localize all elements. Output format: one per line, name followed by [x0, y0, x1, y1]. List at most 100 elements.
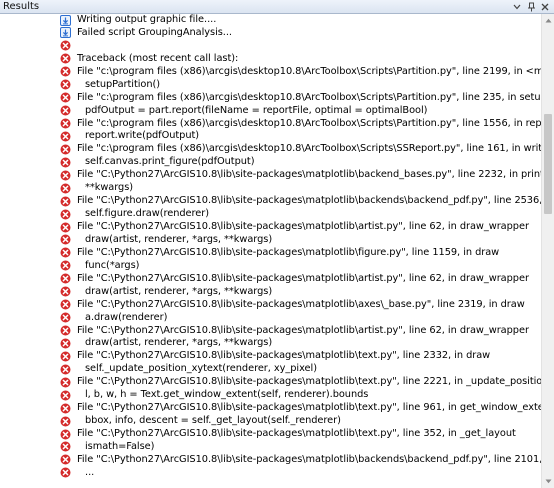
error-message-row[interactable]: File "C:\Python27\ArcGIS10.8\lib\site-pa… [0, 247, 541, 260]
results-panel[interactable]: Writing output graphic file.... Failed sc… [0, 14, 541, 488]
error-icon [60, 260, 71, 271]
error-icon [60, 325, 71, 336]
error-message-row[interactable]: File "C:\Python27\ArcGIS10.8\lib\site-pa… [0, 376, 541, 389]
message-text: pdfOutput = part.report(fileName = repor… [85, 104, 428, 116]
error-icon [60, 286, 71, 297]
message-list: Writing output graphic file.... Failed sc… [0, 14, 541, 480]
error-message-row[interactable]: Traceback (most recent call last): [0, 53, 541, 66]
message-text: File "C:\Python27\ArcGIS10.8\lib\site-pa… [77, 246, 500, 258]
error-icon [60, 40, 71, 51]
message-text: a.draw(renderer) [85, 311, 168, 323]
error-icon [60, 144, 71, 155]
info-message-row[interactable]: Failed script GroupingAnalysis... [0, 27, 541, 40]
error-message-row[interactable]: setupPartition() [0, 79, 541, 92]
error-message-row[interactable]: File "C:\Python27\ArcGIS10.8\lib\site-pa… [0, 273, 541, 286]
message-text: ... [85, 466, 95, 478]
error-icon [60, 429, 71, 440]
message-text: l, b, w, h = Text.get_window_extent(self… [85, 389, 369, 401]
message-text: self.figure.draw(renderer) [85, 208, 210, 220]
error-message-row[interactable]: a.draw(renderer) [0, 312, 541, 325]
error-message-row[interactable]: func(*args) [0, 260, 541, 273]
error-message-row[interactable]: ... [0, 467, 541, 480]
message-text: **kwargs) [85, 182, 134, 194]
error-message-row[interactable]: **kwargs) [0, 182, 541, 195]
error-message-row[interactable]: ismath=False) [0, 441, 541, 454]
error-message-row[interactable]: draw(artist, renderer, *args, **kwargs) [0, 286, 541, 299]
error-message-row[interactable]: File "C:\Python27\ArcGIS10.8\lib\site-pa… [0, 325, 541, 338]
message-text: draw(artist, renderer, *args, **kwargs) [85, 233, 273, 245]
error-icon [60, 454, 71, 465]
message-text: Traceback (most recent call last): [77, 52, 239, 64]
scroll-down-icon[interactable] [542, 475, 554, 488]
error-message-row[interactable]: draw(artist, renderer, *args, **kwargs) [0, 337, 541, 350]
message-text: File "C:\Python27\ArcGIS10.8\lib\site-pa… [77, 428, 516, 439]
error-icon [60, 196, 71, 207]
error-icon [60, 247, 71, 258]
message-text: ismath=False) [85, 440, 155, 452]
error-icon [60, 312, 71, 323]
error-message-row[interactable]: pdfOutput = part.report(fileName = repor… [0, 105, 541, 118]
message-text: File "c:\program files (x86)\arcgis\desk… [77, 117, 541, 129]
message-text: File "C:\Python27\ArcGIS10.8\lib\site-pa… [77, 376, 541, 388]
close-icon[interactable] [540, 2, 550, 12]
error-icon [60, 157, 71, 168]
error-message-row[interactable]: File "c:\program files (x86)\arcgis\desk… [0, 118, 541, 131]
message-text: File "C:\Python27\ArcGIS10.8\lib\site-pa… [77, 298, 525, 310]
error-message-row[interactable]: l, b, w, h = Text.get_window_extent(self… [0, 389, 541, 402]
error-message-row[interactable]: File "C:\Python27\ArcGIS10.8\lib\site-pa… [0, 350, 541, 363]
scrollbar-thumb[interactable] [544, 114, 552, 214]
info-message-row[interactable]: Writing output graphic file.... [0, 14, 541, 27]
results-title-bar[interactable]: Results [0, 0, 554, 14]
error-message-row[interactable]: report.write(pdfOutput) [0, 130, 541, 143]
message-text: draw(artist, renderer, *args, **kwargs) [85, 285, 273, 297]
message-text: self._update_position_xytext(renderer, x… [85, 363, 317, 375]
error-icon [60, 222, 71, 233]
error-message-row[interactable]: File "C:\Python27\ArcGIS10.8\lib\site-pa… [0, 299, 541, 312]
window-title: Results [3, 1, 40, 12]
error-icon [60, 441, 71, 452]
error-icon [60, 234, 71, 245]
message-text: File "C:\Python27\ArcGIS10.8\lib\site-pa… [77, 324, 529, 336]
error-message-row[interactable]: bbox, info, descent = self._get_layout(s… [0, 415, 541, 428]
pin-icon[interactable] [526, 2, 536, 12]
error-message-row[interactable]: draw(artist, renderer, *args, **kwargs) [0, 234, 541, 247]
message-text: File "c:\program files (x86)\arcgis\desk… [77, 143, 541, 155]
message-text: File "C:\Python27\ArcGIS10.8\lib\site-pa… [77, 453, 541, 465]
error-icon [60, 299, 71, 310]
error-icon [60, 53, 71, 64]
error-message-row[interactable] [0, 40, 541, 53]
error-message-row[interactable]: File "c:\program files (x86)\arcgis\desk… [0, 143, 541, 156]
error-message-row[interactable]: self._update_position_xytext(renderer, x… [0, 363, 541, 376]
message-text: Writing output graphic file.... [77, 14, 217, 25]
error-message-row[interactable]: File "C:\Python27\ArcGIS10.8\lib\site-pa… [0, 454, 541, 467]
error-message-row[interactable]: File "C:\Python27\ArcGIS10.8\lib\site-pa… [0, 195, 541, 208]
scroll-up-icon[interactable] [542, 14, 554, 27]
error-message-row[interactable]: File "c:\program files (x86)\arcgis\desk… [0, 66, 541, 79]
error-message-row[interactable]: self.canvas.print_figure(pdfOutput) [0, 156, 541, 169]
error-message-row[interactable]: File "C:\Python27\ArcGIS10.8\lib\site-pa… [0, 428, 541, 441]
error-icon [60, 338, 71, 349]
message-text: func(*args) [85, 259, 140, 271]
error-message-row[interactable]: File "C:\Python27\ArcGIS10.8\lib\site-pa… [0, 169, 541, 182]
error-icon [60, 118, 71, 129]
error-message-row[interactable]: self.figure.draw(renderer) [0, 208, 541, 221]
message-text: File "c:\program files (x86)\arcgis\desk… [77, 65, 541, 77]
vertical-scrollbar[interactable] [541, 14, 554, 488]
message-text: report.write(pdfOutput) [85, 130, 200, 142]
error-icon [60, 416, 71, 427]
error-icon [60, 351, 71, 362]
error-icon [60, 105, 71, 116]
error-icon [60, 390, 71, 401]
error-message-row[interactable]: File "C:\Python27\ArcGIS10.8\lib\site-pa… [0, 402, 541, 415]
info-message-icon [60, 14, 71, 26]
message-text: File "C:\Python27\ArcGIS10.8\lib\site-pa… [77, 195, 541, 207]
error-message-row[interactable]: File "C:\Python27\ArcGIS10.8\lib\site-pa… [0, 221, 541, 234]
message-text: File "C:\Python27\ArcGIS10.8\lib\site-pa… [77, 272, 529, 284]
message-text: bbox, info, descent = self._get_layout(s… [85, 415, 341, 427]
error-icon [60, 92, 71, 103]
error-message-row[interactable]: File "c:\program files (x86)\arcgis\desk… [0, 92, 541, 105]
message-text: setupPartition() [85, 78, 161, 90]
error-icon [60, 170, 71, 181]
dropdown-icon[interactable] [512, 2, 522, 12]
message-text: draw(artist, renderer, *args, **kwargs) [85, 337, 273, 349]
